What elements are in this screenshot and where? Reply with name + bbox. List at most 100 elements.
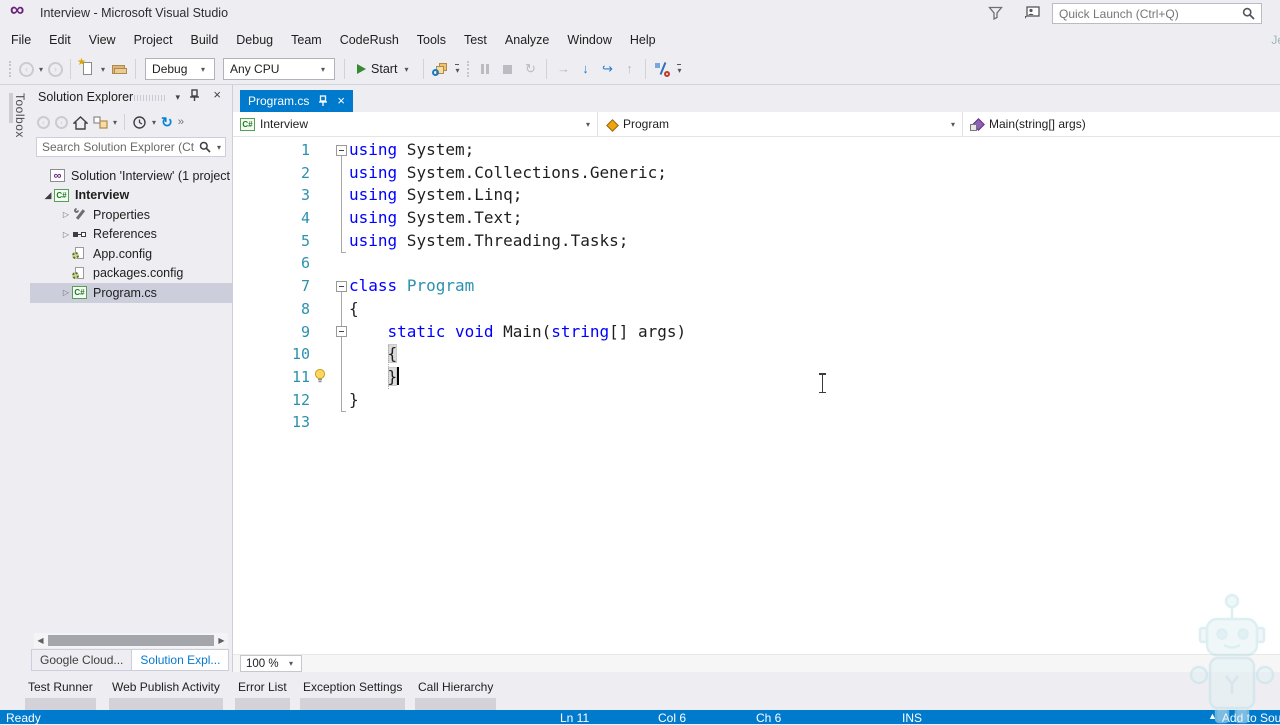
menu-edit[interactable]: Edit [40, 26, 80, 54]
switch-views-dropdown-icon[interactable]: ▾ [113, 118, 117, 127]
switch-views-icon[interactable] [93, 115, 108, 130]
configuration-dropdown[interactable]: Debug ▾ [145, 58, 215, 80]
tree-item-app-config[interactable]: App.config [30, 244, 232, 264]
tree-item-interview[interactable]: ◢C#Interview [30, 186, 232, 206]
quick-launch-input[interactable] [1053, 7, 1242, 21]
code-line-8[interactable]: 8{ [233, 298, 1280, 321]
comment-toggle-icon[interactable] [654, 61, 670, 77]
toolbox-tab[interactable]: Toolbox [13, 93, 27, 138]
stop-icon[interactable] [500, 61, 516, 77]
panel-tab-error-list[interactable]: Error List [238, 680, 287, 710]
tree-item-properties[interactable]: ▷Properties [30, 205, 232, 225]
code-line-13[interactable]: 13 [233, 411, 1280, 434]
document-tab-program-cs[interactable]: Program.cs × [240, 90, 353, 112]
code-editor[interactable]: 1using System;2using System.Collections.… [233, 137, 1280, 654]
menu-view[interactable]: View [80, 26, 125, 54]
scroll-right-icon[interactable]: ▶ [215, 636, 228, 645]
collapse-region-icon[interactable] [336, 145, 347, 156]
tree-item-references[interactable]: ▷References [30, 225, 232, 245]
platform-dropdown[interactable]: Any CPU ▾ [223, 58, 335, 80]
code-line-3[interactable]: 3using System.Linq; [233, 184, 1280, 207]
show-next-statement-icon[interactable]: → [555, 61, 571, 77]
code-line-6[interactable]: 6 [233, 252, 1280, 275]
code-line-1[interactable]: 1using System; [233, 139, 1280, 162]
pin-icon[interactable] [189, 89, 200, 102]
tree-item-program-cs[interactable]: ▷C#Program.cs [30, 283, 232, 303]
code-line-9[interactable]: 9 static void Main(string[] args) [233, 321, 1280, 344]
panel-tab-web-publish-activity[interactable]: Web Publish Activity [112, 680, 220, 710]
solution-explorer-header[interactable]: Solution Explorer ▾ × [30, 85, 232, 109]
debug-target-dropdown-icon[interactable]: ▾ [455, 64, 459, 75]
zoom-level-dropdown[interactable]: 100 % ▾ [240, 655, 302, 672]
collapsed-expander-icon[interactable]: ▷ [60, 230, 72, 239]
menu-team[interactable]: Team [282, 26, 331, 54]
menu-test[interactable]: Test [455, 26, 496, 54]
panel-tab-exception-settings[interactable]: Exception Settings [303, 680, 402, 710]
code-line-4[interactable]: 4using System.Text; [233, 207, 1280, 230]
panel-tab-solution-expl[interactable]: Solution Expl... [131, 649, 229, 671]
toolbar-overflow-icon[interactable]: ▾ [677, 64, 681, 75]
panel-tab-call-hierarchy[interactable]: Call Hierarchy [418, 680, 493, 710]
forward-icon[interactable]: › [55, 116, 68, 129]
step-over-icon[interactable]: ↪ [599, 61, 615, 77]
toolbar-overflow-icon[interactable]: ›› [178, 116, 183, 128]
type-dropdown[interactable]: Program ▾ [598, 112, 963, 136]
collapse-region-icon[interactable] [336, 281, 347, 292]
code-line-12[interactable]: 12} [233, 389, 1280, 412]
code-line-11[interactable]: 11 } [233, 366, 1280, 389]
expanded-expander-icon[interactable]: ◢ [42, 190, 54, 201]
attach-to-process-icon[interactable] [432, 61, 448, 77]
open-file-icon[interactable] [111, 61, 127, 77]
navigate-forward-icon[interactable]: › [48, 62, 63, 77]
close-icon[interactable]: × [213, 87, 221, 102]
project-dropdown[interactable]: C# Interview ▾ [233, 112, 598, 136]
horizontal-scrollbar[interactable]: ◀ ▶ [34, 633, 228, 648]
close-icon[interactable]: × [337, 95, 345, 107]
panel-tab-google-cloud[interactable]: Google Cloud... [31, 649, 132, 671]
menu-file[interactable]: File [2, 26, 40, 54]
search-options-dropdown-icon[interactable]: ▾ [217, 143, 221, 152]
solution-search-box[interactable]: ▾ [36, 137, 226, 157]
new-project-icon[interactable]: ★ [79, 61, 95, 77]
window-position-dropdown-icon[interactable]: ▾ [175, 92, 180, 103]
menu-help[interactable]: Help [621, 26, 665, 54]
restart-icon[interactable]: ↻ [522, 61, 538, 77]
menu-coderush[interactable]: CodeRush [331, 26, 408, 54]
tree-item-solution-interview-1-project[interactable]: ∞Solution 'Interview' (1 project [30, 166, 232, 186]
scrollbar-thumb[interactable] [48, 635, 214, 646]
pause-icon[interactable] [478, 61, 494, 77]
collapsed-expander-icon[interactable]: ▷ [60, 210, 72, 219]
pin-icon[interactable] [318, 95, 328, 107]
menu-analyze[interactable]: Analyze [496, 26, 558, 54]
navigate-back-dropdown-icon[interactable]: ▾ [39, 65, 43, 74]
code-line-5[interactable]: 5using System.Threading.Tasks; [233, 230, 1280, 253]
tree-item-packages-config[interactable]: packages.config [30, 264, 232, 284]
start-debugging-button[interactable]: Start ▾ [357, 62, 411, 76]
menu-project[interactable]: Project [125, 26, 182, 54]
panel-tab-test-runner[interactable]: Test Runner [28, 680, 93, 710]
feedback-filter-icon[interactable] [988, 6, 1003, 20]
step-into-icon[interactable]: ↓ [577, 61, 593, 77]
menu-tools[interactable]: Tools [408, 26, 455, 54]
menu-window[interactable]: Window [558, 26, 620, 54]
add-to-source-control-button[interactable]: ▲ Add to Sou [1208, 711, 1280, 725]
new-project-dropdown-icon[interactable]: ▾ [101, 65, 105, 74]
collapsed-expander-icon[interactable]: ▷ [60, 288, 72, 297]
code-line-2[interactable]: 2using System.Collections.Generic; [233, 162, 1280, 185]
toolbar-grip[interactable] [9, 61, 13, 77]
scroll-left-icon[interactable]: ◀ [34, 636, 47, 645]
send-feedback-icon[interactable] [1024, 6, 1040, 20]
code-line-7[interactable]: 7class Program [233, 275, 1280, 298]
start-dropdown-icon[interactable]: ▾ [404, 65, 408, 74]
navigate-back-icon[interactable]: ‹ [19, 62, 34, 77]
step-out-icon[interactable]: ↑ [621, 61, 637, 77]
lightbulb-quick-action-icon[interactable] [313, 368, 327, 383]
back-icon[interactable]: ‹ [37, 116, 50, 129]
menu-build[interactable]: Build [181, 26, 227, 54]
refresh-icon[interactable]: ↻ [161, 115, 173, 130]
quick-launch-box[interactable] [1052, 3, 1262, 24]
collapse-region-icon[interactable] [336, 326, 347, 337]
home-icon[interactable] [73, 115, 88, 130]
code-line-10[interactable]: 10 { [233, 343, 1280, 366]
member-dropdown[interactable]: Main(string[] args) [963, 112, 1280, 136]
